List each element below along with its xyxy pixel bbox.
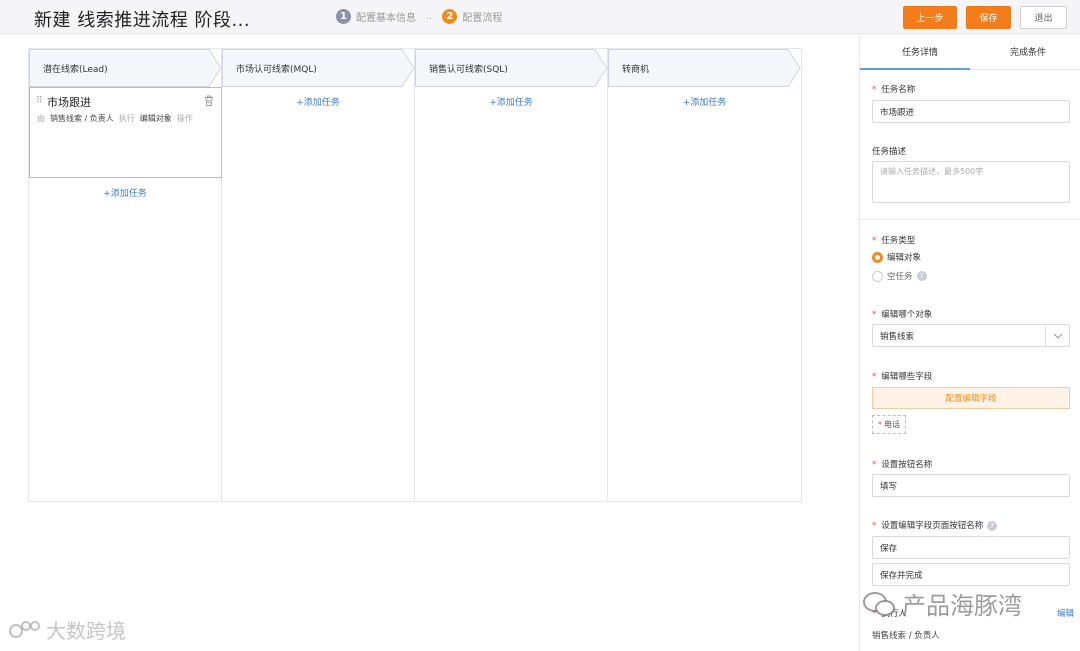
watermark-left: 大数跨境 bbox=[8, 615, 126, 644]
stage-header-mql[interactable]: 市场认可线索(MQL) bbox=[222, 49, 415, 87]
task-type-radio-edit[interactable]: 编辑对象 bbox=[872, 251, 921, 263]
step-indicator: 1 配置基本信息 .. 2 配置流程 bbox=[336, 9, 502, 24]
add-task-link[interactable]: +添加任务 bbox=[29, 186, 221, 199]
edit-fields-label: * 编辑哪些字段 bbox=[872, 372, 933, 382]
help-icon[interactable]: ? bbox=[916, 271, 927, 281]
radio-checked-icon bbox=[872, 251, 883, 263]
page-title: 新建 线索推进流程 阶段... bbox=[34, 10, 251, 31]
step-1-label[interactable]: 配置基本信息 bbox=[356, 9, 416, 24]
wechat-icon bbox=[863, 591, 895, 616]
exit-button[interactable]: 退出 bbox=[1020, 6, 1067, 29]
drag-handle-icon[interactable]: ⠿ bbox=[36, 96, 43, 106]
chevron-down-icon bbox=[1045, 325, 1069, 346]
flow-canvas: 潜在线索(Lead) ⠿ 市场跟进 由 销售线索 / 负责人 执行 编辑对象 操… bbox=[0, 35, 859, 651]
app-root: 新建 线索推进流程 阶段... 1 配置基本信息 .. 2 配置流程 上一步 保… bbox=[0, 0, 1080, 651]
stage-column-lead: 潜在线索(Lead) ⠿ 市场跟进 由 销售线索 / 负责人 执行 编辑对象 操… bbox=[29, 49, 222, 501]
add-task-link[interactable]: +添加任务 bbox=[222, 95, 414, 108]
radio-unchecked-icon bbox=[872, 270, 883, 282]
task-type-label: * 任务类型 bbox=[872, 236, 916, 246]
edit-object-select[interactable]: 销售线索 bbox=[872, 324, 1070, 347]
add-task-link[interactable]: +添加任务 bbox=[608, 95, 801, 108]
save-button[interactable]: 保存 bbox=[966, 6, 1011, 29]
task-card[interactable]: ⠿ 市场跟进 由 销售线索 / 负责人 执行 编辑对象 操作 bbox=[29, 87, 222, 178]
task-name-label: * 任务名称 bbox=[872, 85, 916, 95]
config-fields-button[interactable]: 配置编辑字段 bbox=[872, 387, 1070, 409]
watermark-right: 产品海豚湾 bbox=[862, 586, 1022, 621]
help-icon[interactable]: ? bbox=[987, 521, 998, 531]
task-meta-action: 编辑对象 bbox=[139, 114, 172, 123]
task-meta: 由 销售线索 / 负责人 执行 编辑对象 操作 bbox=[37, 113, 193, 124]
button-name-label: * 设置按钮名称 bbox=[872, 460, 933, 470]
watermark-logo-icon bbox=[9, 620, 40, 638]
section-divider bbox=[860, 219, 1080, 220]
task-name-input[interactable]: 市场跟进 bbox=[872, 100, 1070, 123]
task-type-radio-empty[interactable]: 空任务 ? bbox=[872, 270, 927, 282]
task-meta-op: 操作 bbox=[176, 114, 193, 123]
button-name-input[interactable]: 填写 bbox=[872, 474, 1070, 497]
stage-label: 市场认可线索(MQL) bbox=[236, 65, 317, 75]
step-separator: .. bbox=[426, 11, 433, 22]
stage-label: 潜在线索(Lead) bbox=[43, 65, 108, 75]
task-title: 市场跟进 bbox=[47, 96, 91, 109]
stage-label: 转商机 bbox=[622, 65, 650, 75]
task-meta-owner: 销售线索 / 负责人 bbox=[50, 114, 114, 123]
panel-tabs: 任务详情 完成条件 bbox=[860, 35, 1080, 70]
stage-column-sql: 销售认可线索(SQL) +添加任务 bbox=[415, 49, 608, 501]
stage-header-sql[interactable]: 销售认可线索(SQL) bbox=[415, 49, 608, 87]
stage-column-mql: 市场认可线索(MQL) +添加任务 bbox=[222, 49, 415, 501]
edit-page-complete-input[interactable]: 保存并完成 bbox=[872, 563, 1070, 586]
stage-header-opportunity[interactable]: 转商机 bbox=[608, 49, 801, 87]
stage-board: 潜在线索(Lead) ⠿ 市场跟进 由 销售线索 / 负责人 执行 编辑对象 操… bbox=[28, 48, 802, 502]
task-desc-label: 任务描述 bbox=[872, 147, 907, 157]
task-detail-panel: 任务详情 完成条件 * 任务名称 市场跟进 任务描述 请输入任务描述，最多500字… bbox=[859, 35, 1080, 651]
step-2-badge: 2 bbox=[442, 9, 458, 24]
header-bar: 新建 线索推进流程 阶段... 1 配置基本信息 .. 2 配置流程 上一步 保… bbox=[0, 0, 1080, 34]
prev-step-button[interactable]: 上一步 bbox=[903, 6, 957, 29]
edit-object-label: * 编辑哪个对象 bbox=[872, 310, 933, 320]
edit-page-save-input[interactable]: 保存 bbox=[872, 536, 1070, 559]
stage-header-lead[interactable]: 潜在线索(Lead) bbox=[29, 49, 222, 87]
tab-completion-conditions[interactable]: 完成条件 bbox=[1010, 45, 1046, 58]
task-meta-exec: 执行 bbox=[118, 114, 135, 123]
executor-value: 销售线索 / 负责人 bbox=[872, 631, 940, 641]
tab-task-details[interactable]: 任务详情 bbox=[902, 45, 938, 58]
active-tab-indicator bbox=[860, 68, 970, 70]
add-task-link[interactable]: +添加任务 bbox=[415, 95, 607, 108]
step-2-label[interactable]: 配置流程 bbox=[462, 9, 502, 24]
executor-edit-link[interactable]: 编辑 bbox=[1057, 607, 1074, 619]
stage-column-opportunity: 转商机 +添加任务 bbox=[608, 49, 801, 501]
stage-label: 销售认可线索(SQL) bbox=[429, 65, 508, 75]
edit-page-button-label: * 设置编辑字段页面按钮名称? bbox=[872, 519, 998, 531]
task-desc-textarea[interactable]: 请输入任务描述，最多500字 bbox=[872, 161, 1070, 203]
field-chip[interactable]: * 电话 bbox=[872, 415, 906, 434]
task-meta-from: 由 bbox=[37, 114, 45, 123]
trash-icon[interactable] bbox=[204, 95, 214, 106]
step-1-badge: 1 bbox=[336, 9, 351, 24]
